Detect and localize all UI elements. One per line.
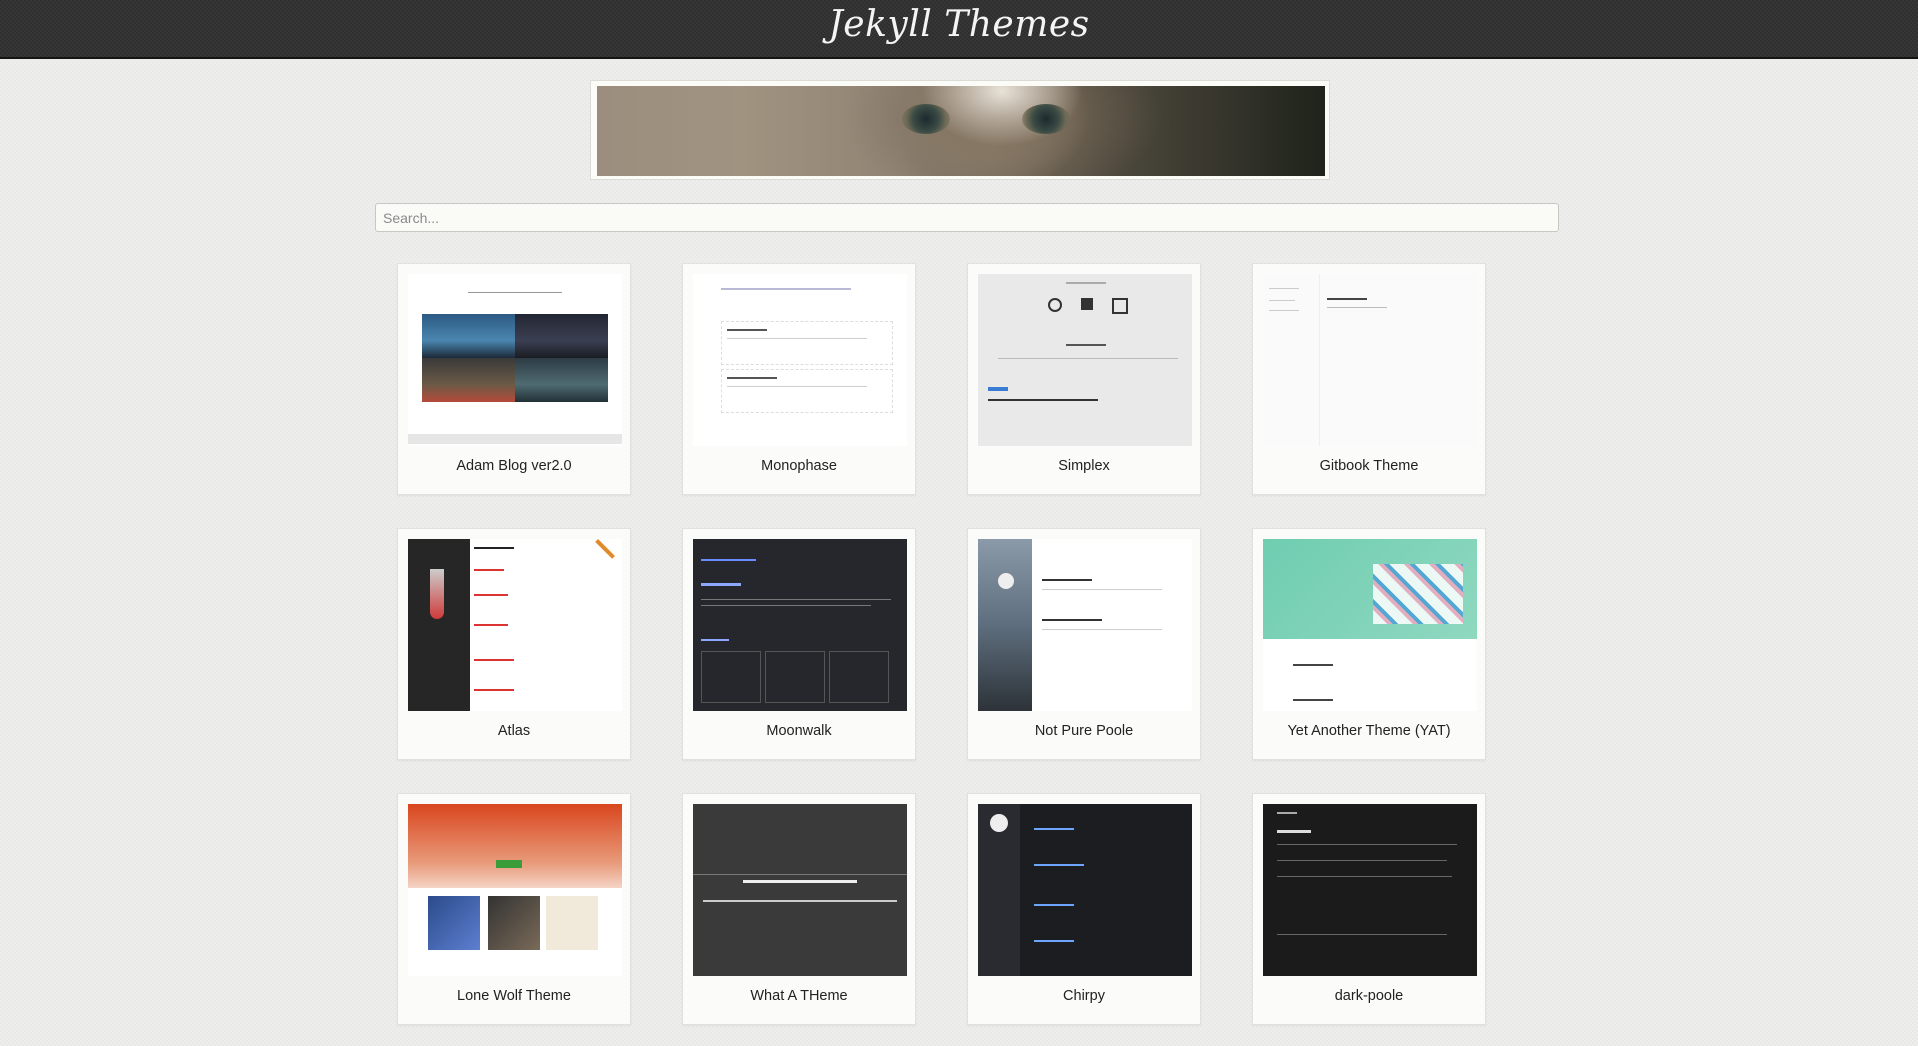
theme-card-yat[interactable]: Yet Another Theme (YAT) [1252,528,1486,760]
theme-card-chirpy[interactable]: Chirpy [967,793,1201,1025]
theme-name: Monophase [761,458,837,474]
banner-frame [590,80,1330,180]
theme-card-not-pure-poole[interactable]: Not Pure Poole [967,528,1201,760]
theme-name: Simplex [1058,458,1110,474]
theme-thumbnail [408,539,622,711]
theme-card-adam-blog[interactable]: Adam Blog ver2.0 [397,263,631,495]
theme-name: Adam Blog ver2.0 [456,458,572,474]
site-title-link[interactable]: Jekyll Themes [828,4,1089,45]
theme-name: What A THeme [750,988,848,1004]
theme-name: Atlas [497,723,531,739]
theme-thumbnail [1263,274,1477,446]
theme-card-simplex[interactable]: Simplex [967,263,1201,495]
theme-card-atlas[interactable]: Atlas [397,528,631,760]
theme-thumbnail [978,539,1192,711]
site-header: Jekyll Themes [0,0,1918,59]
theme-card-moonwalk[interactable]: Moonwalk [682,528,916,760]
search-bar [375,203,1559,232]
theme-card-gitbook[interactable]: Gitbook Theme [1252,263,1486,495]
theme-name: Not Pure Poole [1034,723,1134,739]
theme-name: Gitbook Theme [1319,458,1419,474]
theme-card-monophase[interactable]: Monophase [682,263,916,495]
theme-card-dark-poole[interactable]: dark-poole [1252,793,1486,1025]
theme-name: dark-poole [1334,988,1404,1004]
theme-thumbnail [978,274,1192,446]
theme-name: Lone Wolf Theme [457,988,571,1004]
theme-thumbnail [1263,539,1477,711]
search-input[interactable] [375,203,1559,232]
theme-thumbnail [408,274,622,446]
theme-thumbnail [693,804,907,976]
theme-name: Yet Another Theme (YAT) [1287,723,1451,739]
theme-thumbnail [693,274,907,446]
theme-thumbnail [978,804,1192,976]
theme-thumbnail [693,539,907,711]
theme-name: Moonwalk [766,723,832,739]
kitten-banner-image [597,86,1325,176]
theme-thumbnail [1263,804,1477,976]
theme-card-what-a-theme[interactable]: What A THeme [682,793,916,1025]
theme-card-lone-wolf[interactable]: Lone Wolf Theme [397,793,631,1025]
theme-name: Chirpy [1063,988,1105,1004]
theme-thumbnail [408,804,622,976]
